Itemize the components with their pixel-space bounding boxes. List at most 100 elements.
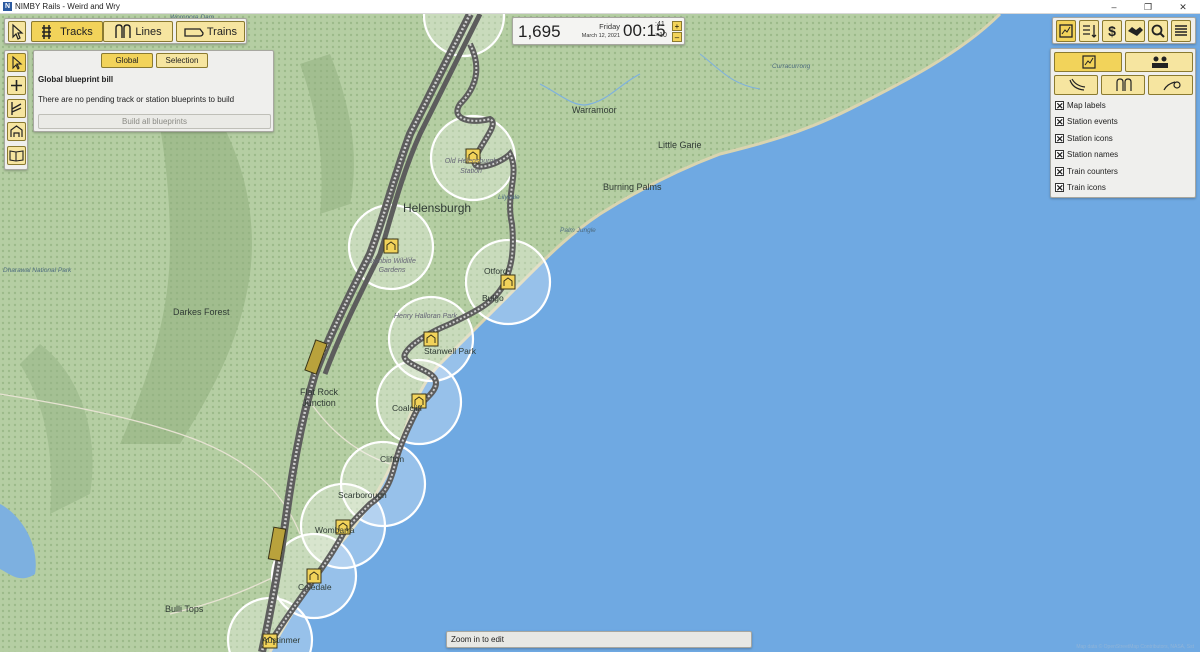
switch-tool-button[interactable] bbox=[7, 99, 26, 118]
checkbox-checked-icon: ✕ bbox=[1055, 117, 1064, 127]
station-name-wombarra: Wombarra bbox=[315, 525, 355, 535]
map-label-little-garie: Little Garie bbox=[658, 140, 702, 150]
station-name-clifton: Clifton bbox=[380, 454, 405, 464]
station-name-bulgo: Bulgo bbox=[482, 293, 504, 303]
train-icon bbox=[184, 25, 204, 39]
blueprint-bill-panel: Global Selection Global blueprint bill T… bbox=[33, 50, 274, 132]
track-tools-panel bbox=[4, 50, 28, 170]
map-label-dharawal: Dharawal National Park bbox=[3, 267, 72, 274]
layer-people-button[interactable] bbox=[1125, 52, 1193, 72]
station-name-coledale: Coledale bbox=[298, 582, 332, 592]
station-name-coalcliff: Coalcliff bbox=[392, 403, 423, 413]
layer-map-button[interactable] bbox=[1054, 52, 1122, 72]
station-icon bbox=[10, 125, 23, 137]
status-bar: Zoom in to edit bbox=[446, 631, 752, 648]
blueprint-title: Global blueprint bill bbox=[38, 75, 114, 84]
map-attribution: Map data © OpenStreetMap Contributors, N… bbox=[1076, 644, 1194, 650]
tracks-mode-label: Tracks bbox=[60, 26, 93, 38]
search-button[interactable] bbox=[1148, 20, 1168, 42]
speed-value: ×10 bbox=[655, 32, 667, 39]
map-label-flat-rock: Flat Rock Junction bbox=[299, 387, 338, 408]
handshake-icon bbox=[1128, 27, 1143, 36]
sort-icon bbox=[1083, 25, 1097, 38]
map-label-palm-jungle: Palm Jungle bbox=[560, 227, 596, 234]
map-label-burning-palms: Burning Palms bbox=[603, 182, 662, 192]
signal-track-icon bbox=[1163, 81, 1181, 91]
station-name-symbio: Symbio Wildlife Gardens bbox=[368, 258, 416, 274]
finance-button[interactable]: $ bbox=[1102, 20, 1122, 42]
station-name-old-helensburgh: Old Helensburgh Station bbox=[444, 158, 498, 175]
layer-label: Station events bbox=[1067, 117, 1118, 126]
lines-icon bbox=[114, 24, 132, 40]
timetable-button[interactable] bbox=[1079, 20, 1099, 42]
tracks-mode-button[interactable]: Tracks bbox=[31, 21, 103, 42]
layer-signals-button[interactable] bbox=[1148, 75, 1193, 95]
trains-mode-label: Trains bbox=[206, 26, 237, 38]
money-value: 1,695 bbox=[518, 22, 561, 41]
layer-toggle-station-names[interactable]: ✕ Station names bbox=[1055, 149, 1118, 161]
close-button[interactable]: ✕ bbox=[1166, 0, 1200, 14]
layer-tracks-button[interactable] bbox=[1054, 75, 1098, 95]
checkbox-checked-icon: ✕ bbox=[1055, 134, 1064, 144]
checkbox-checked-icon: ✕ bbox=[1055, 183, 1064, 193]
map-label-helensburgh: Helensburgh bbox=[403, 201, 472, 215]
layer-label: Train counters bbox=[1067, 167, 1118, 176]
checkbox-checked-icon: ✕ bbox=[1055, 150, 1064, 160]
clock-panel: 1,695 Friday March 12, 2021 00:15 :41 ×1… bbox=[512, 17, 685, 45]
app-window: N NIMBY Rails - Weird and Wry – ❐ ✕ Hele… bbox=[0, 0, 1200, 652]
main-menu-button[interactable] bbox=[1171, 20, 1191, 42]
top-right-toolbar: $ bbox=[1052, 17, 1196, 44]
plus-icon bbox=[11, 80, 22, 91]
speed-up-button[interactable]: + bbox=[672, 21, 682, 31]
search-icon bbox=[1151, 24, 1165, 38]
map-icon bbox=[1059, 24, 1073, 38]
layer-label: Map labels bbox=[1067, 101, 1106, 110]
layer-toggle-train-counters[interactable]: ✕ Train counters bbox=[1055, 166, 1118, 178]
layer-toggle-train-icons[interactable]: ✕ Train icons bbox=[1055, 182, 1106, 194]
layer-label: Train icons bbox=[1067, 183, 1106, 192]
trains-mode-button[interactable]: Trains bbox=[176, 21, 245, 42]
date-label: March 12, 2021 bbox=[581, 33, 620, 39]
map-layers-button[interactable] bbox=[1056, 20, 1076, 42]
map-label-darkes-forest: Darkes Forest bbox=[173, 307, 230, 317]
lines-mode-label: Lines bbox=[135, 26, 162, 38]
map-icon bbox=[1082, 55, 1096, 69]
blueprint-message: There are no pending track or station bl… bbox=[38, 95, 235, 104]
add-track-tool-button[interactable] bbox=[7, 76, 26, 95]
blueprint-tool-button[interactable] bbox=[7, 146, 26, 165]
lines-mode-button[interactable]: Lines bbox=[103, 21, 173, 42]
book-icon bbox=[9, 150, 24, 162]
layer-label: Station icons bbox=[1067, 134, 1113, 143]
passengers-button[interactable] bbox=[1125, 20, 1145, 42]
maximize-button[interactable]: ❐ bbox=[1131, 0, 1165, 14]
minimize-button[interactable]: – bbox=[1097, 0, 1131, 14]
lines-icon bbox=[1116, 78, 1132, 91]
select-tool-button[interactable] bbox=[8, 21, 26, 42]
map-label-bulli-tops: Bulli Tops bbox=[165, 604, 204, 614]
station-name-henry-halloran: Henry Halloran Park bbox=[394, 313, 458, 320]
map-label-curracurrong: Curracurrong bbox=[772, 63, 811, 70]
tab-global[interactable]: Global bbox=[101, 53, 153, 68]
layer-toggle-station-icons[interactable]: ✕ Station icons bbox=[1055, 133, 1113, 145]
layer-toggle-map-labels[interactable]: ✕ Map labels bbox=[1055, 100, 1106, 112]
station-name-scarborough: Scarborough bbox=[338, 490, 387, 500]
menu-icon bbox=[1175, 25, 1187, 36]
tab-selection[interactable]: Selection bbox=[156, 53, 208, 68]
build-all-blueprints-button[interactable]: Build all blueprints bbox=[38, 114, 271, 129]
layer-toggle-station-events[interactable]: ✕ Station events bbox=[1055, 116, 1118, 128]
main-toolbar: Tracks Lines Trains bbox=[4, 18, 247, 44]
cursor-icon bbox=[12, 23, 24, 40]
tracks-icon bbox=[41, 24, 57, 40]
track-select-tool-button[interactable] bbox=[7, 53, 26, 72]
layer-lines-button[interactable] bbox=[1101, 75, 1145, 95]
layer-label: Station names bbox=[1067, 150, 1119, 159]
station-name-stanwell-park: Stanwell Park bbox=[424, 346, 476, 356]
app-icon: N bbox=[3, 2, 12, 11]
speed-down-button[interactable]: – bbox=[672, 32, 682, 42]
station-tool-button[interactable] bbox=[7, 122, 26, 141]
seconds-value: :41 bbox=[655, 21, 665, 28]
map-label-lilyvale: Lilyvale bbox=[498, 194, 520, 201]
title-bar: N NIMBY Rails - Weird and Wry – ❐ ✕ bbox=[0, 0, 1200, 14]
station-name-austinmer: Austinmer bbox=[262, 635, 301, 645]
day-label: Friday bbox=[599, 22, 620, 31]
